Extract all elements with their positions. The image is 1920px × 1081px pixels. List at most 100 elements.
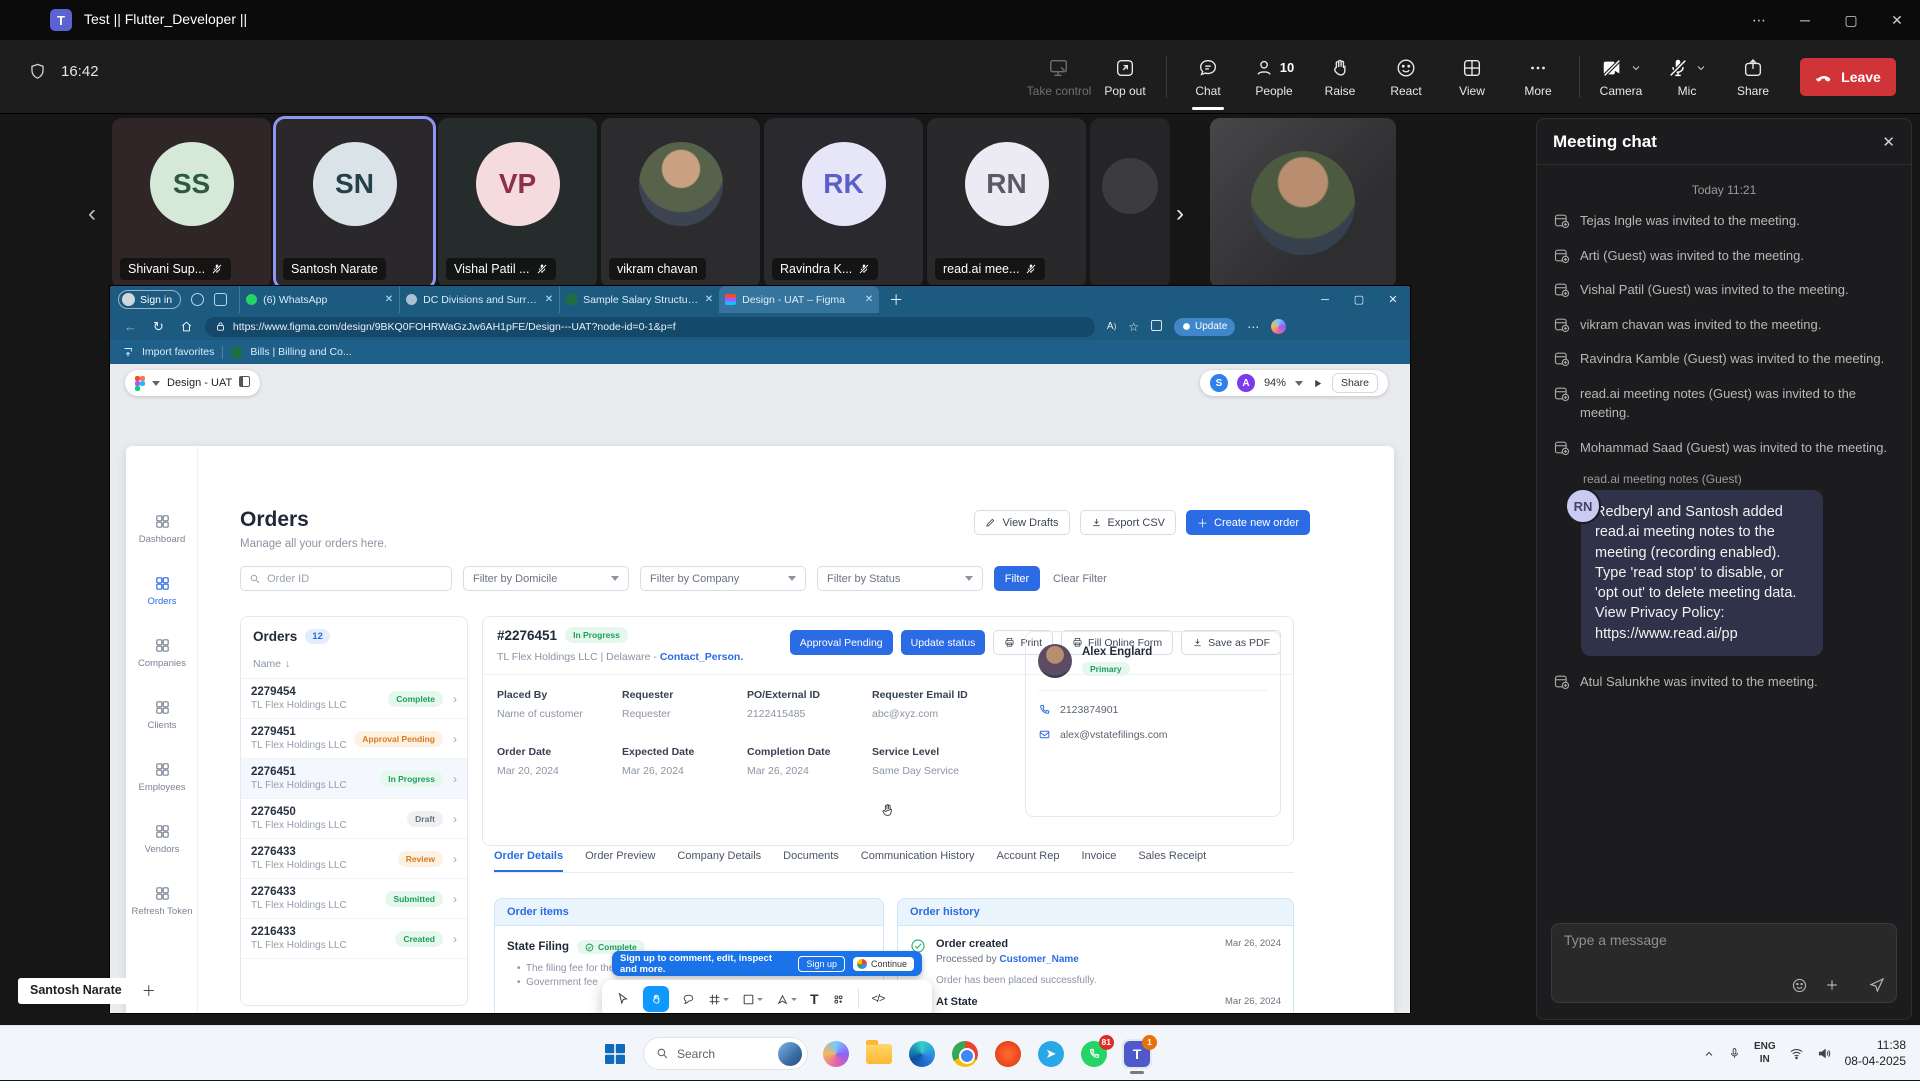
pen-tool-icon[interactable] — [776, 993, 797, 1006]
order-id-search[interactable] — [240, 566, 452, 591]
chat-close-icon[interactable]: ✕ — [1882, 133, 1895, 151]
filter-dropdown[interactable]: Filter by Company — [640, 566, 806, 591]
raise-hand-button[interactable]: Raise — [1307, 40, 1373, 114]
chat-button[interactable]: Chat — [1175, 40, 1241, 114]
split-screen-icon[interactable] — [1151, 318, 1162, 336]
browser-tab[interactable]: Design - UAT – Figma ✕ — [719, 286, 879, 313]
address-bar[interactable]: https://www.figma.com/design/9BKQ0FOHRWa… — [205, 317, 1095, 337]
mic-button[interactable]: Mic — [1654, 40, 1720, 114]
detail-tab[interactable]: Account Rep — [997, 850, 1060, 872]
figma-share-button[interactable]: Share — [1332, 373, 1378, 393]
sidebar-item[interactable]: Vendors — [126, 808, 198, 870]
copilot-icon[interactable] — [1271, 319, 1286, 334]
zoom-level[interactable]: 94% — [1264, 377, 1286, 389]
google-continue-button[interactable]: Continue — [853, 957, 914, 971]
tab-close-icon[interactable]: ✕ — [385, 294, 393, 305]
browser-tab[interactable]: DC Divisions and Surroundings ✕ — [399, 286, 559, 313]
layout-icon[interactable] — [239, 376, 250, 390]
back-icon[interactable]: ← — [124, 319, 137, 334]
window-close-icon[interactable]: ✕ — [1874, 0, 1920, 40]
order-row[interactable]: 2279451 TL Flex Holdings LLC Approval Pe… — [241, 719, 467, 759]
import-favorites-label[interactable]: Import favorites — [142, 346, 214, 358]
favorite-star-icon[interactable]: ☆ — [1128, 320, 1139, 334]
filter-dropdown[interactable]: Filter by Status — [817, 566, 983, 591]
whatsapp-icon[interactable]: 81 — [1079, 1039, 1109, 1069]
emoji-icon[interactable] — [1791, 977, 1808, 994]
view-button[interactable]: View — [1439, 40, 1505, 114]
react-button[interactable]: React — [1373, 40, 1439, 114]
order-row[interactable]: 2279454 TL Flex Holdings LLC Complete › — [241, 679, 467, 719]
collaborator-avatar[interactable]: A — [1237, 374, 1255, 392]
browser-close-icon[interactable]: ✕ — [1376, 286, 1410, 313]
detail-tab[interactable]: Order Details — [494, 850, 563, 872]
detail-tab[interactable]: Documents — [783, 850, 839, 872]
sidebar-item[interactable]: Companies — [126, 622, 198, 684]
contact-email[interactable]: alex@vstatefilings.com — [1060, 729, 1168, 741]
file-menu-chevron-icon[interactable] — [152, 381, 160, 386]
participant-tile[interactable]: RK Ravindra K... — [764, 118, 923, 288]
customer-name-link[interactable]: Customer_Name — [999, 954, 1078, 965]
create-new-order-button[interactable]: ＋ Create new order — [1186, 510, 1310, 535]
volume-icon[interactable] — [1817, 1046, 1832, 1061]
contact-person-link[interactable]: Contact_Person. — [660, 651, 743, 663]
camera-options-chevron-icon[interactable] — [1630, 62, 1642, 74]
filter-dropdown[interactable]: Filter by Domicile — [463, 566, 629, 591]
copilot-taskbar-icon[interactable] — [821, 1039, 851, 1069]
hand-tool-icon[interactable] — [643, 986, 669, 1012]
spotlight-tile[interactable] — [1210, 118, 1396, 288]
participant-tile[interactable]: RN read.ai mee... — [927, 118, 1086, 288]
update-status-button[interactable]: Update status — [901, 630, 986, 655]
mic-options-chevron-icon[interactable] — [1695, 62, 1707, 74]
more-button[interactable]: More — [1505, 40, 1571, 114]
tray-clock[interactable]: 11:3808-04-2025 — [1845, 1038, 1906, 1069]
detail-tab[interactable]: Company Details — [677, 850, 761, 872]
new-tab-icon[interactable]: ＋ — [889, 290, 903, 310]
sidebar-item[interactable]: Orders — [126, 560, 198, 622]
order-row[interactable]: 2276433 TL Flex Holdings LLC Submitted › — [241, 879, 467, 919]
frame-tool-icon[interactable] — [708, 993, 729, 1006]
scroll-left-chevron-icon[interactable]: ‹ — [88, 200, 96, 228]
window-more-icon[interactable]: ⋯ — [1736, 0, 1782, 40]
pin-presenter-icon[interactable]: ＋ — [136, 978, 162, 1004]
contact-phone[interactable]: 2123874901 — [1060, 704, 1118, 716]
order-row[interactable]: 2276450 TL Flex Holdings LLC Draft › — [241, 799, 467, 839]
tray-chevron-up-icon[interactable] — [1703, 1048, 1715, 1060]
brave-icon[interactable] — [993, 1039, 1023, 1069]
window-minimize-icon[interactable]: ─ — [1782, 0, 1828, 40]
browser-settings-dots-icon[interactable]: ⋯ — [1247, 320, 1259, 334]
figma-file-pill[interactable]: Design - UAT — [125, 370, 260, 396]
participant-tile[interactable] — [1090, 118, 1170, 288]
order-id-input[interactable] — [267, 573, 417, 585]
share-button[interactable]: Share — [1720, 40, 1786, 114]
dev-mode-icon[interactable]: </> — [872, 993, 885, 1005]
people-button[interactable]: 10 People — [1241, 40, 1307, 114]
sidebar-item[interactable]: Refresh Token — [126, 870, 198, 932]
read-aloud-icon[interactable]: A) — [1107, 321, 1116, 332]
clear-filter-button[interactable]: Clear Filter — [1053, 573, 1107, 585]
tab-close-icon[interactable]: ✕ — [545, 294, 553, 305]
components-tool-icon[interactable] — [832, 993, 845, 1006]
browser-tab[interactable]: Sample Salary Structure with calc ✕ — [559, 286, 719, 313]
sidebar-item[interactable]: Dashboard — [126, 498, 198, 560]
bookmark-label[interactable]: Bills | Billing and Co... — [250, 346, 351, 358]
detail-tab[interactable]: Order Preview — [585, 850, 655, 872]
view-drafts-button[interactable]: View Drafts — [974, 510, 1069, 535]
vertical-tabs-icon[interactable] — [214, 293, 227, 306]
text-tool-icon[interactable]: T — [810, 991, 819, 1007]
teams-taskbar-icon[interactable]: T 1 — [1122, 1039, 1152, 1069]
browser-tab[interactable]: (6) WhatsApp ✕ — [239, 286, 399, 313]
browser-minimize-icon[interactable]: ─ — [1308, 286, 1342, 313]
shape-tool-icon[interactable] — [742, 993, 763, 1006]
participant-tile[interactable]: VP Vishal Patil ... — [438, 118, 597, 288]
attach-plus-icon[interactable] — [1824, 977, 1840, 993]
sidebar-item[interactable]: Clients — [126, 684, 198, 746]
participant-tile[interactable]: SN Santosh Narate — [275, 118, 434, 288]
taskbar-search-box[interactable]: Search — [643, 1037, 808, 1070]
order-row[interactable]: 2276433 TL Flex Holdings LLC Review › — [241, 839, 467, 879]
sort-arrow-icon[interactable]: ↓ — [285, 658, 290, 670]
wifi-icon[interactable] — [1789, 1046, 1804, 1061]
present-play-icon[interactable] — [1312, 378, 1323, 389]
detail-tab[interactable]: Invoice — [1081, 850, 1116, 872]
tab-close-icon[interactable]: ✕ — [865, 294, 873, 305]
move-tool-icon[interactable] — [616, 992, 630, 1006]
